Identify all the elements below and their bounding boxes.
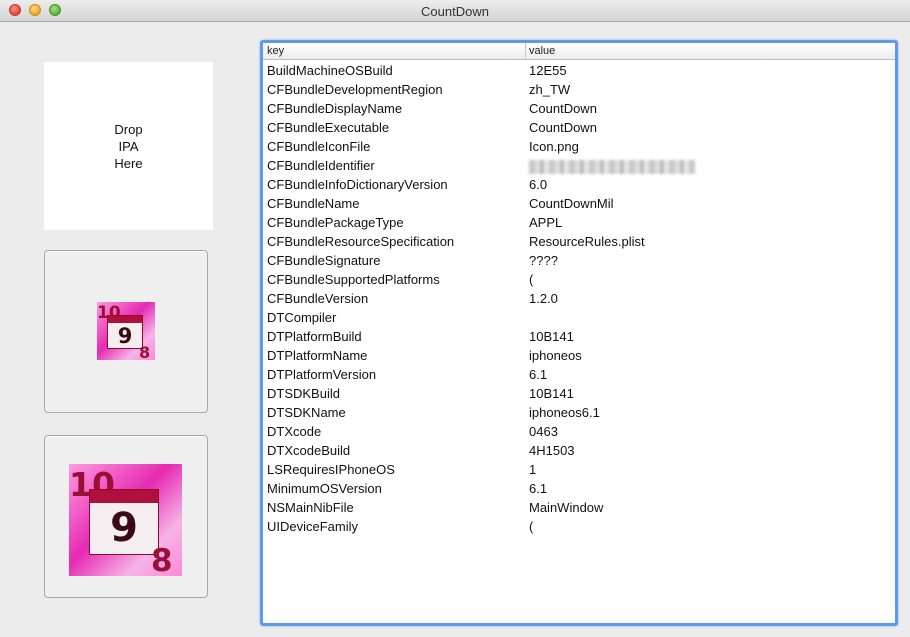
table-row[interactable]: CFBundleIdentifier: [263, 156, 895, 175]
row-value: 6.1: [529, 481, 548, 496]
table-row[interactable]: CFBundleInfoDictionaryVersion 6.0: [263, 175, 895, 194]
row-value: zh_TW: [529, 82, 571, 97]
calendar-icon: 9: [107, 315, 143, 349]
row-key: BuildMachineOSBuild: [267, 63, 393, 78]
row-key: MinimumOSVersion: [267, 481, 382, 496]
table-row[interactable]: CFBundleDevelopmentRegion zh_TW: [263, 80, 895, 99]
table-row[interactable]: DTCompiler: [263, 308, 895, 327]
table-row[interactable]: LSRequiresIPhoneOS 1: [263, 460, 895, 479]
table-header: key value: [263, 43, 895, 60]
row-key: UIDeviceFamily: [267, 519, 359, 534]
row-value: 0463: [529, 424, 558, 439]
table-row[interactable]: DTPlatformName iphoneos: [263, 346, 895, 365]
row-value: CountDown: [529, 120, 597, 135]
info-plist-table[interactable]: key value BuildMachineOSBuild 12E55 CFBund…: [260, 40, 898, 626]
table-row[interactable]: DTPlatformVersion 6.1: [263, 365, 895, 384]
table-row[interactable]: BuildMachineOSBuild 12E55: [263, 61, 895, 80]
table-row[interactable]: CFBundleSignature????: [263, 251, 895, 270]
row-key: CFBundleInfoDictionaryVersion: [267, 177, 448, 192]
table-row[interactable]: NSMainNibFile MainWindow: [263, 498, 895, 517]
table-row[interactable]: UIDeviceFamily (: [263, 517, 895, 536]
window-title: CountDown: [421, 4, 489, 19]
row-key: CFBundleIconFile: [267, 139, 371, 154]
row-key: DTPlatformName: [267, 348, 368, 363]
table-row[interactable]: CFBundlePackageType APPL: [263, 213, 895, 232]
table-row[interactable]: DTPlatformBuild 10B141: [263, 327, 895, 346]
calendar-icon: 9: [89, 489, 159, 555]
table-row[interactable]: DTXcodeBuild 4H1503: [263, 441, 895, 460]
row-key: CFBundlePackageType: [267, 215, 404, 230]
row-key: CFBundleIdentifier: [267, 158, 375, 173]
table-row[interactable]: CFBundleExecutable CountDown: [263, 118, 895, 137]
drop-zone-label: Drop IPA Here: [114, 121, 143, 171]
row-key: CFBundleSignature: [267, 253, 381, 268]
row-key: DTSDKName: [267, 405, 346, 420]
table-row[interactable]: DTSDKName iphoneos6.1: [263, 403, 895, 422]
row-key: DTPlatformBuild: [267, 329, 362, 344]
row-value: CountDown: [529, 101, 597, 116]
icon-center-digit: 9: [110, 505, 138, 551]
row-key: DTCompiler: [267, 310, 337, 325]
row-value: 1.2.0: [529, 291, 558, 306]
row-value: iphoneos: [529, 348, 582, 363]
row-value: APPL: [529, 215, 563, 230]
row-value: 12E55: [529, 63, 567, 78]
row-key: CFBundleExecutable: [267, 120, 390, 135]
table-row[interactable]: CFBundleResourceSpecification ResourceRul…: [263, 232, 895, 251]
row-key: DTSDKBuild: [267, 386, 340, 401]
row-key: CFBundleResourceSpecification: [267, 234, 455, 249]
small-icon-well[interactable]: 10 9 8: [44, 250, 208, 413]
title-bar[interactable]: CountDown: [0, 0, 910, 22]
row-value: ResourceRules.plist: [529, 234, 645, 249]
icon-bottom-digit: 8: [139, 343, 151, 362]
row-key: CFBundleDisplayName: [267, 101, 403, 116]
row-value: MainWindow: [529, 500, 604, 515]
table-row[interactable]: CFBundleName CountDownMil: [263, 194, 895, 213]
ipa-drop-zone[interactable]: Drop IPA Here: [44, 62, 213, 230]
row-value: CountDownMil: [529, 196, 614, 211]
row-key: CFBundleVersion: [267, 291, 369, 306]
table-row[interactable]: DTXcode 0463: [263, 422, 895, 441]
app-icon-large: 10 9 8: [69, 464, 182, 579]
row-key: LSRequiresIPhoneOS: [267, 462, 395, 477]
icon-bottom-digit: 8: [151, 543, 173, 579]
row-value: Icon.png: [529, 139, 579, 154]
column-header-key[interactable]: key: [267, 45, 284, 57]
row-value: (: [529, 272, 534, 287]
app-window: CountDown Drop IPA Here 10 9 8 10 9 8 ke…: [0, 0, 910, 637]
row-value: (: [529, 519, 534, 534]
row-value: 10B141: [529, 386, 574, 401]
app-icon-small: 10 9 8: [97, 302, 155, 362]
row-key: DTPlatformVersion: [267, 367, 377, 382]
large-icon-well[interactable]: 10 9 8: [44, 435, 208, 598]
table-row[interactable]: CFBundleIconFile Icon.png: [263, 137, 895, 156]
table-row[interactable]: CFBundleSupportedPlatforms (: [263, 270, 895, 289]
table-row[interactable]: CFBundleVersion 1.2.0: [263, 289, 895, 308]
redacted-value: [529, 159, 695, 174]
row-key: DTXcode: [267, 424, 322, 439]
row-key: CFBundleSupportedPlatforms: [267, 272, 440, 287]
row-value: 6.0: [529, 177, 548, 192]
table-row[interactable]: CFBundleDisplayName CountDown: [263, 99, 895, 118]
table-row[interactable]: DTSDKBuild 10B141: [263, 384, 895, 403]
row-value: iphoneos6.1: [529, 405, 600, 420]
row-value: 4H1503: [529, 443, 575, 458]
column-header-value[interactable]: value: [529, 45, 555, 57]
row-key: DTXcodeBuild: [267, 443, 351, 458]
row-key: CFBundleDevelopmentRegion: [267, 82, 443, 97]
column-divider[interactable]: [525, 43, 526, 59]
icon-center-digit: 9: [117, 324, 133, 348]
row-value: 10B141: [529, 329, 574, 344]
table-row[interactable]: MinimumOSVersion 6.1: [263, 479, 895, 498]
row-value: [529, 158, 695, 174]
row-key: NSMainNibFile: [267, 500, 354, 515]
row-value: ????: [529, 253, 558, 268]
row-key: CFBundleName: [267, 196, 360, 211]
table-body: BuildMachineOSBuild 12E55 CFBundleDevelopm…: [263, 61, 895, 536]
row-value: 1: [529, 462, 537, 477]
row-value: 6.1: [529, 367, 548, 382]
